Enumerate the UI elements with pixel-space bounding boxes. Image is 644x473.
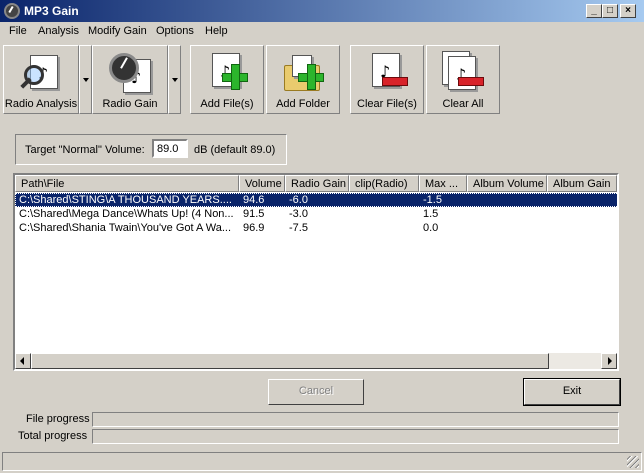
analysis-icon: ♪: [18, 51, 64, 97]
add-file-icon: ♪: [204, 51, 250, 97]
file-list[interactable]: Path\File Volume Radio Gain clip(Radio) …: [13, 173, 619, 371]
table-row[interactable]: C:\Shared\Shania Twain\You've Got A Wa..…: [15, 221, 617, 235]
total-progress-label: Total progress: [18, 430, 88, 442]
column-header-volume[interactable]: Volume: [239, 175, 285, 192]
cell-volume: 96.9: [243, 222, 265, 234]
minimize-button[interactable]: _: [586, 4, 602, 18]
file-progress-label: File progress: [26, 413, 90, 425]
cell-path: C:\Shared\Mega Dance\Whats Up! (4 Non...: [19, 208, 234, 220]
cell-max: -1.5: [423, 194, 442, 206]
cell-max: 1.5: [423, 208, 439, 220]
radio-analysis-dropdown[interactable]: [79, 45, 92, 114]
cell-radio-gain: -6.0: [289, 194, 308, 206]
menu-analysis[interactable]: Analysis: [38, 25, 79, 37]
target-volume-label: Target "Normal" Volume:: [25, 144, 145, 156]
clear-files-button[interactable]: ♪ Clear File(s): [350, 45, 424, 114]
add-folder-label: Add Folder: [276, 98, 330, 110]
target-volume-input[interactable]: [152, 139, 188, 158]
cell-radio-gain: -7.5: [289, 222, 308, 234]
menu-modify-gain[interactable]: Modify Gain: [88, 25, 147, 37]
scroll-left-arrow-icon[interactable]: [15, 353, 31, 369]
add-files-label: Add File(s): [200, 98, 254, 110]
cancel-button[interactable]: Cancel: [268, 379, 364, 405]
column-header-max[interactable]: Max ...: [419, 175, 467, 192]
clear-all-button[interactable]: ♪ Clear All: [426, 45, 500, 114]
cell-max: 0.0: [423, 222, 439, 234]
column-header-album-gain[interactable]: Album Gain: [547, 175, 617, 192]
window-title: MP3 Gain: [24, 4, 79, 18]
clear-file-icon: ♪: [364, 51, 410, 97]
close-button[interactable]: ×: [620, 4, 636, 18]
add-folder-button[interactable]: Add Folder: [266, 45, 340, 114]
cell-path: C:\Shared\STING\A THOUSAND YEARS....: [19, 194, 232, 206]
title-bar[interactable]: MP3 Gain _ □ ×: [0, 0, 644, 22]
target-volume-unit: dB (default 89.0): [194, 144, 276, 156]
table-row[interactable]: C:\Shared\STING\A THOUSAND YEARS.... 94.…: [15, 193, 617, 207]
status-bar: [2, 452, 642, 471]
scrollbar-thumb[interactable]: [31, 353, 549, 369]
target-volume-group: Target "Normal" Volume: dB (default 89.0…: [15, 134, 287, 165]
add-folder-icon: [280, 51, 326, 97]
gain-gauge-icon: ♪: [107, 51, 153, 97]
clear-files-label: Clear File(s): [357, 98, 417, 110]
file-progress-bar: [92, 412, 619, 427]
radio-analysis-button[interactable]: ♪ Radio Analysis: [3, 45, 79, 114]
menu-file[interactable]: File: [9, 25, 27, 37]
app-gauge-icon[interactable]: [4, 3, 20, 19]
column-header-album-volume[interactable]: Album Volume: [467, 175, 547, 192]
clear-all-icon: ♪: [440, 51, 486, 97]
column-header-clip[interactable]: clip(Radio): [349, 175, 419, 192]
table-row[interactable]: C:\Shared\Mega Dance\Whats Up! (4 Non...…: [15, 207, 617, 221]
total-progress-bar: [92, 429, 619, 444]
maximize-button[interactable]: □: [602, 4, 618, 18]
column-header-path[interactable]: Path\File: [15, 175, 239, 192]
horizontal-scrollbar[interactable]: [15, 353, 617, 369]
cell-radio-gain: -3.0: [289, 208, 308, 220]
radio-analysis-label: Radio Analysis: [4, 98, 78, 110]
radio-gain-label: Radio Gain: [102, 98, 158, 110]
cell-volume: 91.5: [243, 208, 265, 220]
menu-bar: File Analysis Modify Gain Options Help: [0, 22, 644, 42]
scroll-right-arrow-icon[interactable]: [601, 353, 617, 369]
menu-options[interactable]: Options: [156, 25, 194, 37]
clear-all-label: Clear All: [442, 98, 484, 110]
resize-grip-icon[interactable]: [627, 456, 639, 468]
cell-volume: 94.6: [243, 194, 265, 206]
cell-path: C:\Shared\Shania Twain\You've Got A Wa..…: [19, 222, 232, 234]
menu-help[interactable]: Help: [205, 25, 228, 37]
add-files-button[interactable]: ♪ Add File(s): [190, 45, 264, 114]
radio-gain-dropdown[interactable]: [168, 45, 181, 114]
exit-button[interactable]: Exit: [523, 378, 621, 406]
radio-gain-button[interactable]: ♪ Radio Gain: [92, 45, 168, 114]
column-header-radio-gain[interactable]: Radio Gain: [285, 175, 349, 192]
